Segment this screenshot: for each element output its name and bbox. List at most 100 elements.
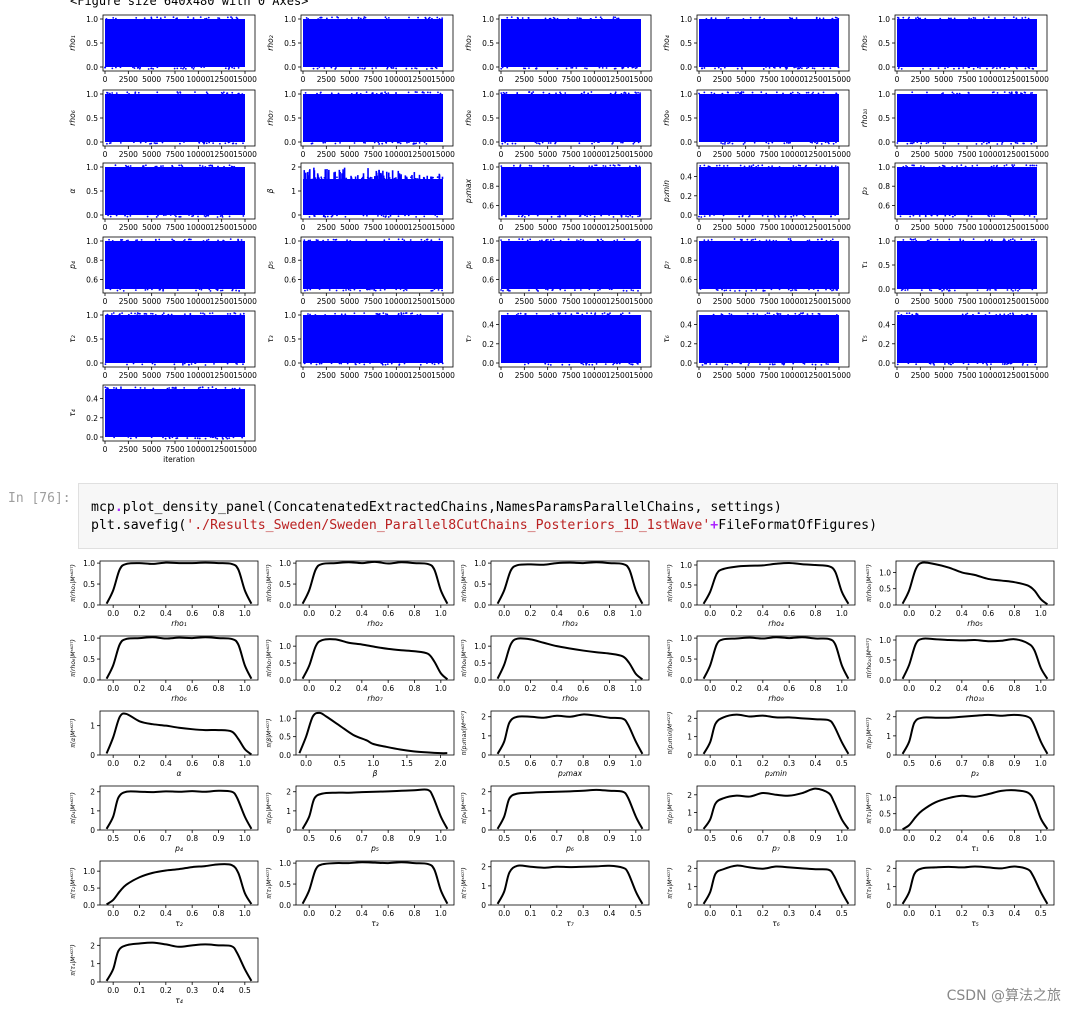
y-tick-label: 0 xyxy=(886,751,891,760)
density-curve xyxy=(298,711,448,755)
y-tick-label: 1.0 xyxy=(474,642,486,651)
x-tick-label: 0.2 xyxy=(330,684,342,693)
x-axis-label: rho₃ xyxy=(562,619,577,628)
x-tick-label: 0.4 xyxy=(213,986,225,995)
x-tick-label: 0.8 xyxy=(213,759,225,768)
x-tick-label: 0.5 xyxy=(107,834,119,843)
x-tick-label: 0.4 xyxy=(956,834,968,843)
x-tick-label: 0.1 xyxy=(731,909,743,918)
y-tick-label: 0 xyxy=(90,826,95,835)
y-tick-label: 0 xyxy=(687,901,692,910)
y-tick-label: 0.5 xyxy=(680,655,692,664)
y-tick-label: 1 xyxy=(286,807,291,816)
y-tick-label: 1.0 xyxy=(83,559,95,568)
x-tick-label: 0.0 xyxy=(903,834,915,843)
y-axis-label: π(p₅|Mˢᴷᴰᵀ) xyxy=(266,792,273,824)
y-axis-label: π(rho₈|Mˢᴷᴰᵀ) xyxy=(461,639,468,677)
y-tick-label: 0.0 xyxy=(83,901,95,910)
density-curve xyxy=(301,788,449,830)
x-tick-label: 0.4 xyxy=(757,684,769,693)
x-tick-label: 0.8 xyxy=(186,834,198,843)
density-panel: 0.5 0.6 0.7 0.8 0.9 1.0 0 1 2 p₆ π(p₆|Mˢᴷᴰᵀ) xyxy=(461,785,650,853)
x-axis-label: rho₂ xyxy=(367,619,382,628)
y-axis-label: π(rho₆|Mˢᴷᴰᵀ) xyxy=(70,639,77,677)
y-tick-label: 2 xyxy=(481,863,486,872)
x-tick-label: 0.2 xyxy=(930,684,942,693)
x-axis-label: p₄ xyxy=(174,844,183,853)
density-panel: 0.0 0.2 0.4 0.6 0.8 1.0 0.0 0.5 1.0 rho₁₀ π(rho₁₀|… xyxy=(866,635,1055,703)
x-tick-label: 1.0 xyxy=(1035,684,1047,693)
x-tick-label: 0.8 xyxy=(604,609,616,618)
x-tick-label: 0.8 xyxy=(577,834,589,843)
x-tick-label: 0.4 xyxy=(551,609,563,618)
y-tick-label: 0 xyxy=(687,751,692,760)
x-tick-label: 0.5 xyxy=(239,986,251,995)
y-tick-label: 1 xyxy=(687,808,692,817)
x-axis-label: rho₈ xyxy=(562,694,577,703)
y-tick-label: 0.0 xyxy=(83,676,95,685)
y-axis-label: π(τ₅|Mˢᴷᴰᵀ) xyxy=(866,867,873,898)
y-tick-label: 0.0 xyxy=(680,676,692,685)
density-axes-frame xyxy=(696,785,856,831)
y-axis-label: π(rho₉|Mˢᴷᴰᵀ) xyxy=(667,639,674,677)
x-tick-label: 0.6 xyxy=(982,684,994,693)
y-tick-label: 1 xyxy=(481,807,486,816)
y-tick-label: 0.5 xyxy=(680,581,692,590)
x-tick-label: 0.4 xyxy=(604,909,616,918)
x-tick-label: 1.0 xyxy=(630,834,642,843)
x-tick-label: 1.0 xyxy=(239,834,251,843)
y-axis-label: π(rho₅|Mˢᴷᴰᵀ) xyxy=(866,564,873,602)
density-curve xyxy=(105,941,253,982)
x-tick-label: 1.0 xyxy=(435,909,447,918)
x-tick-label: 1.0 xyxy=(1035,759,1047,768)
y-tick-label: 0.0 xyxy=(879,676,891,685)
y-tick-label: 1.0 xyxy=(680,561,692,570)
x-tick-label: 1.0 xyxy=(1035,609,1047,618)
density-panel: 0.5 0.6 0.7 0.8 0.9 1.0 0 1 2 p₄ π(p₄|Mˢᴷᴰᵀ) xyxy=(70,785,259,853)
x-tick-label: 0.6 xyxy=(186,684,198,693)
density-curve xyxy=(901,561,1049,606)
x-tick-label: 0.0 xyxy=(303,609,315,618)
x-tick-label: 0.6 xyxy=(783,609,795,618)
x-tick-label: 0.4 xyxy=(810,759,822,768)
x-tick-label: 0.5 xyxy=(836,909,848,918)
x-tick-label: 0.8 xyxy=(604,684,616,693)
x-tick-label: 1.0 xyxy=(836,609,848,618)
x-axis-label: τ₁ xyxy=(971,844,979,853)
density-panel: 0.0 0.1 0.2 0.3 0.4 0.5 0 1 2 τ₇ π(τ₇|Mˢᴷᴰᵀ) xyxy=(461,860,650,928)
x-axis-label: rho₆ xyxy=(171,694,186,703)
x-tick-label: 0.3 xyxy=(982,909,994,918)
y-tick-label: 1 xyxy=(90,960,95,969)
x-tick-label: 0.9 xyxy=(604,834,616,843)
y-axis-label: π(rho₂|Mˢᴷᴰᵀ) xyxy=(266,564,273,602)
density-curve xyxy=(105,712,253,756)
x-tick-label: 0.8 xyxy=(1009,684,1021,693)
y-tick-label: 0.5 xyxy=(879,585,891,594)
density-axes-frame xyxy=(295,560,455,606)
density-axes-frame xyxy=(99,635,259,681)
x-tick-label: 0.8 xyxy=(783,834,795,843)
x-axis-label: rho₉ xyxy=(768,694,783,703)
x-tick-label: 0.4 xyxy=(160,609,172,618)
y-tick-label: 0 xyxy=(90,978,95,987)
density-panel: 0.0 0.1 0.2 0.3 0.4 0.5 0 1 2 τ₆ π(τ₆|Mˢᴷᴰᵀ) xyxy=(667,860,856,928)
y-axis-label: π(τ₄|Mˢᴷᴰᵀ) xyxy=(70,944,77,975)
x-tick-label: 0.3 xyxy=(783,909,795,918)
y-tick-label: 1.0 xyxy=(83,867,95,876)
y-tick-label: 2 xyxy=(481,788,486,797)
density-panel: 0.0 0.1 0.2 0.3 0.4 0.5 0 1 2 τ₅ π(τ₅|Mˢᴷᴰᵀ) xyxy=(866,860,1055,928)
density-panel: 0.0 0.2 0.4 0.6 0.8 1.0 0.0 0.5 1.0 rho₂ π(rho₂|Mˢ… xyxy=(266,559,455,628)
density-axes-frame xyxy=(895,785,1055,831)
x-tick-label: 0.2 xyxy=(134,684,146,693)
x-tick-label: 0.7 xyxy=(551,759,563,768)
y-tick-label: 0.5 xyxy=(279,733,291,742)
x-tick-label: 0.6 xyxy=(134,834,146,843)
y-tick-label: 0 xyxy=(481,826,486,835)
density-curve xyxy=(105,561,253,605)
density-curve xyxy=(702,787,850,830)
y-tick-label: 0.5 xyxy=(474,580,486,589)
density-curve xyxy=(702,561,850,605)
x-tick-label: 2.0 xyxy=(435,759,447,768)
x-tick-label: 0.6 xyxy=(731,834,743,843)
x-tick-label: 0.8 xyxy=(577,759,589,768)
